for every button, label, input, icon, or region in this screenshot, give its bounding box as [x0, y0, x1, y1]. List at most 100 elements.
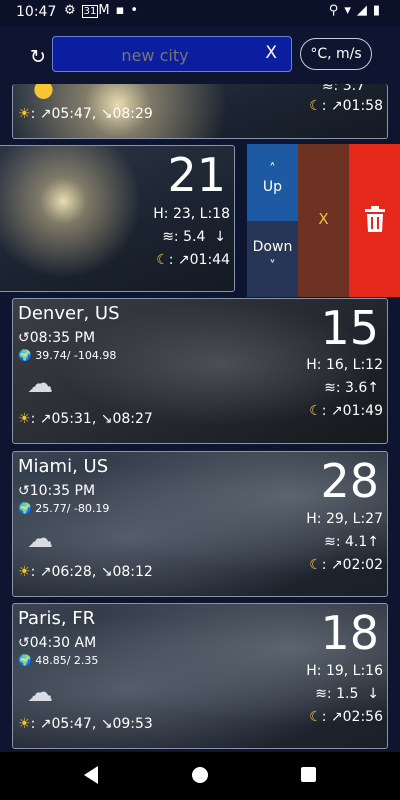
high-low-temp: H: 29, L:27	[306, 511, 383, 527]
back-icon[interactable]	[84, 766, 98, 784]
move-up-label: Up	[262, 179, 283, 195]
moon-icon: ☾	[309, 709, 322, 725]
city-card-partial-top[interactable]: ● ≋: 3.7 ☀: ↗05:47, ↘08:29 ☾: ↗01:58	[12, 84, 388, 139]
city-card-denver[interactable]: Denver, US ↺08:35 PM 🌍 39.74/ -104.98 ☁ …	[12, 298, 388, 444]
gear-icon: ⚙	[64, 3, 82, 18]
moonrise-time: ↗01:58	[330, 98, 383, 114]
moon-icon: ☾	[156, 252, 169, 268]
clock-icon: ↺	[18, 330, 30, 346]
location-icon: ⚲	[328, 3, 345, 18]
wind-icon: ≋:	[162, 229, 179, 245]
system-nav-bar	[0, 752, 400, 800]
local-time: ↺10:35 PM	[18, 483, 96, 499]
wind-speed: ≋: 4.1↑	[324, 534, 379, 550]
wind-icon: ≋:	[315, 686, 332, 702]
moon-times: ☾: ↗02:56	[309, 709, 383, 725]
wind-icon: ≋:	[321, 84, 339, 94]
sunrise-sun-icon: ☀	[18, 411, 31, 427]
city-card-paris[interactable]: Paris, FR ↺04:30 AM 🌍 48.85/ 2.35 ☁ ☀: ↗…	[12, 603, 388, 749]
wind-speed: ≋: 1.5 ↓	[315, 686, 379, 702]
high-low-temp: H: 19, L:16	[306, 663, 383, 679]
sun-times: ☀: ↗05:47, ↘08:29	[18, 106, 153, 122]
chevron-up-icon: ˄	[269, 162, 276, 177]
sunrise-sun-icon: ☀	[18, 716, 31, 732]
move-up-button[interactable]: ˄ Up	[247, 144, 298, 221]
local-time: ↺08:35 PM	[18, 330, 96, 346]
wind-icon: ≋:	[324, 534, 341, 550]
moon-times: ☾: ↗01:49	[309, 403, 383, 419]
moon-times: ☾: ↗01:44	[156, 252, 230, 268]
close-swipe-button[interactable]: X	[298, 144, 349, 297]
sunrise-time: ↗05:47	[39, 716, 92, 732]
recents-icon[interactable]	[301, 767, 316, 782]
temperature: 21	[167, 148, 226, 202]
city-card-swiped[interactable]: 21 H: 23, L:18 ≋: 5.4 ↓ ☾: ↗01:44	[0, 145, 235, 292]
chevron-down-icon: ˅	[269, 259, 276, 274]
status-bar: 10:47 ⚙ 31 M▪• ⚲▾◢▮	[0, 0, 400, 26]
globe-icon: 🌍	[18, 349, 32, 362]
city-card-miami[interactable]: Miami, US ↺10:35 PM 🌍 25.77/ -80.19 ☁ ☀:…	[12, 451, 388, 597]
units-toggle-button[interactable]: °C, m/s	[300, 38, 372, 70]
moon-icon: ☾	[309, 98, 322, 114]
wind-direction-icon: ↓	[214, 229, 226, 245]
local-time: ↺04:30 AM	[18, 635, 97, 651]
refresh-icon[interactable]: ↻	[30, 46, 46, 68]
status-system-icons: ⚲▾◢▮	[329, 3, 386, 18]
sun-times: ☀: ↗05:31, ↘08:27	[18, 411, 153, 427]
globe-icon: 🌍	[18, 502, 32, 515]
high-low-temp: H: 23, L:18	[153, 206, 230, 222]
gmail-icon: M	[98, 3, 116, 18]
calendar-31-icon: 31	[81, 5, 99, 18]
sun-icon: ●	[33, 84, 54, 102]
moonrise-time: ↗02:56	[330, 709, 383, 725]
cloud-icon: ☁	[27, 678, 53, 708]
wind-speed: ≋: 3.7	[322, 84, 365, 94]
wind-direction-icon: ↑	[367, 534, 379, 550]
sunset-time: ↘08:29	[100, 106, 153, 122]
moonrise-time: ↗02:02	[330, 557, 383, 573]
status-time: 10:47	[16, 4, 57, 20]
sunset-time: ↘08:27	[100, 411, 153, 427]
sunset-time: ↘08:12	[100, 564, 153, 580]
sun-times: ☀: ↗05:47, ↘09:53	[18, 716, 153, 732]
moonrise-time: ↗01:49	[330, 403, 383, 419]
clock-icon: ↺	[18, 483, 30, 499]
move-down-button[interactable]: Down ˅	[247, 221, 298, 297]
wind-icon: ≋:	[324, 380, 341, 396]
home-icon[interactable]	[192, 767, 208, 783]
top-toolbar: ↻ X °C, m/s	[0, 26, 400, 84]
city-search-box: X	[52, 36, 292, 73]
temperature: 15	[320, 301, 379, 355]
sd-card-icon: ▪	[115, 3, 131, 18]
wind-direction-icon: ↑	[367, 380, 379, 396]
move-down-label: Down	[252, 239, 293, 255]
delete-city-button[interactable]	[349, 144, 400, 297]
dot-icon: •	[130, 3, 145, 18]
coordinates: 🌍 48.85/ 2.35	[18, 654, 99, 667]
wifi-icon: ▾	[344, 3, 357, 18]
trash-icon	[364, 206, 385, 232]
city-name: Miami, US	[18, 456, 109, 477]
globe-icon: 🌍	[18, 654, 32, 667]
status-notification-icons: ⚙ 31 M▪•	[64, 3, 144, 18]
wind-direction-icon: ↓	[367, 686, 379, 702]
clock-icon: ↺	[18, 635, 30, 651]
temperature: 18	[320, 606, 379, 660]
sunrise-sun-icon: ☀	[18, 564, 31, 580]
temperature: 28	[320, 454, 379, 508]
sunrise-sun-icon: ☀	[18, 106, 31, 122]
sun-times: ☀: ↗06:28, ↘08:12	[18, 564, 153, 580]
city-search-input[interactable]	[53, 37, 257, 73]
coordinates: 🌍 25.77/ -80.19	[18, 502, 110, 515]
city-name: Denver, US	[18, 303, 120, 324]
clear-search-button[interactable]: X	[265, 43, 277, 63]
moon-icon: ☾	[309, 557, 322, 573]
close-label: X	[318, 210, 329, 228]
coordinates: 🌍 39.74/ -104.98	[18, 349, 117, 362]
high-low-temp: H: 16, L:12	[306, 357, 383, 373]
moon-times: ☾: ↗01:58	[309, 98, 383, 114]
rain-cloud-icon: ☁	[27, 369, 53, 399]
city-name: Paris, FR	[18, 608, 96, 629]
sunrise-time: ↗05:47	[39, 106, 92, 122]
sunset-time: ↘09:53	[100, 716, 153, 732]
